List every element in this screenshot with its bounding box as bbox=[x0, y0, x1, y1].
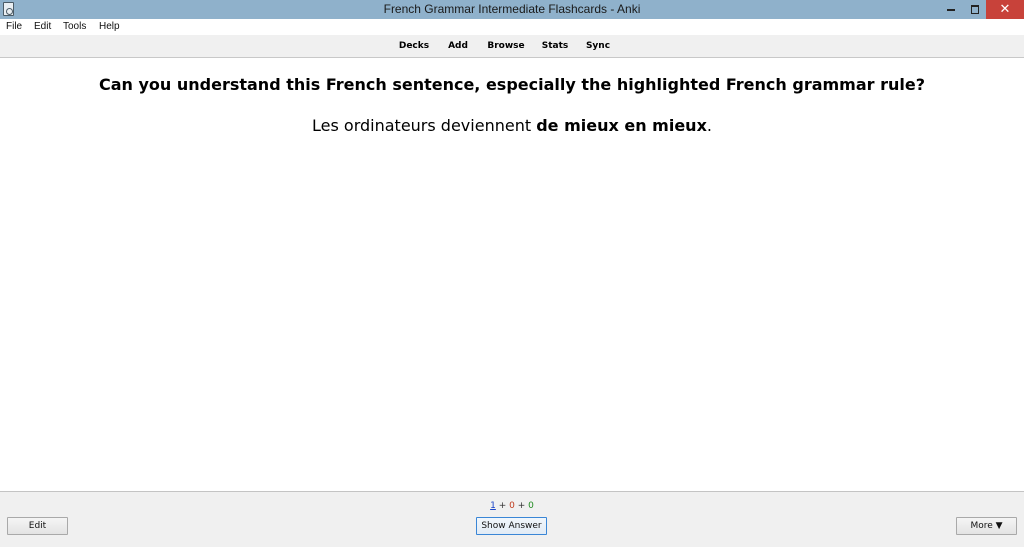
highlighted-grammar: de mieux en mieux bbox=[536, 116, 707, 135]
close-button[interactable]: ✕ bbox=[986, 0, 1024, 19]
restore-button[interactable] bbox=[965, 0, 985, 19]
card-sentence: Les ordinateurs deviennent de mieux en m… bbox=[0, 116, 1024, 135]
sentence-text: Les ordinateurs deviennent bbox=[312, 116, 537, 135]
show-answer-button[interactable]: Show Answer bbox=[476, 517, 547, 535]
card-view: Can you understand this French sentence,… bbox=[0, 58, 1024, 491]
menu-tools[interactable]: Tools bbox=[63, 19, 86, 35]
minimize-icon bbox=[947, 9, 955, 11]
minimize-button[interactable] bbox=[941, 0, 961, 19]
review-count: 0 bbox=[528, 501, 534, 511]
menu-edit[interactable]: Edit bbox=[34, 19, 51, 35]
sentence-end: . bbox=[706, 116, 712, 135]
count-separator: + bbox=[495, 501, 510, 511]
toolbar-sync[interactable]: Sync bbox=[583, 35, 613, 58]
toolbar-stats[interactable]: Stats bbox=[539, 35, 571, 58]
due-counts: 1 + 0 + 0 bbox=[0, 501, 1024, 511]
toolbar-browse[interactable]: Browse bbox=[485, 35, 527, 58]
anki-window: French Grammar Intermediate Flashcards -… bbox=[0, 0, 1024, 547]
review-bottom-bar: 1 + 0 + 0 Edit Show Answer More ▼ bbox=[0, 491, 1024, 547]
window-title: French Grammar Intermediate Flashcards -… bbox=[383, 2, 641, 16]
close-icon: ✕ bbox=[999, 2, 1011, 17]
menu-file[interactable]: File bbox=[6, 19, 22, 35]
title-bar[interactable]: French Grammar Intermediate Flashcards -… bbox=[0, 0, 1024, 19]
toolbar-add[interactable]: Add bbox=[444, 35, 472, 58]
edit-button[interactable]: Edit bbox=[7, 517, 68, 535]
restore-icon bbox=[971, 5, 979, 14]
more-button[interactable]: More ▼ bbox=[956, 517, 1017, 535]
main-toolbar: Decks Add Browse Stats Sync bbox=[0, 35, 1024, 58]
menu-bar: File Edit Tools Help bbox=[0, 19, 1024, 35]
toolbar-decks[interactable]: Decks bbox=[396, 35, 432, 58]
card-question: Can you understand this French sentence,… bbox=[98, 75, 926, 94]
count-separator: + bbox=[514, 501, 529, 511]
menu-help[interactable]: Help bbox=[99, 19, 120, 35]
